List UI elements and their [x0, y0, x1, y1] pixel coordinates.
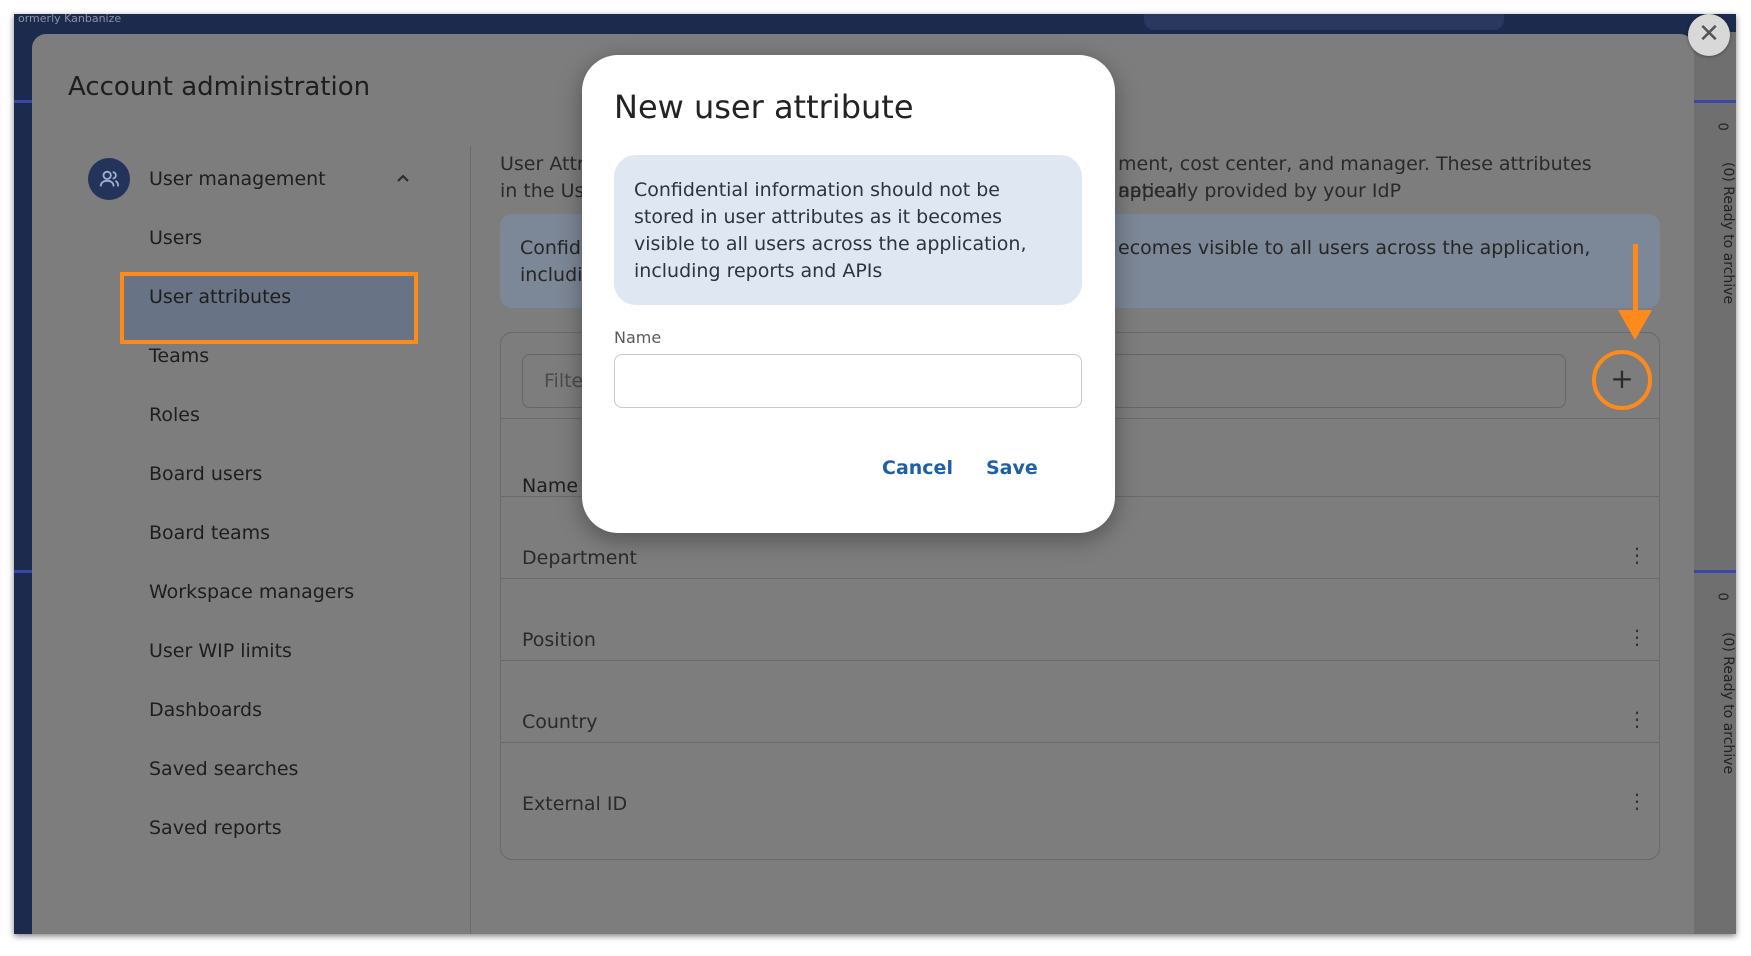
- column-count: 0: [1714, 592, 1730, 601]
- banner-text: ecomes visible to all users across the a…: [1118, 237, 1591, 259]
- chevron-up-icon[interactable]: [394, 170, 412, 188]
- sidebar-item-saved-searches[interactable]: Saved searches: [149, 758, 298, 780]
- row-divider: [501, 578, 1659, 579]
- column-label: (0) Ready to archive: [1720, 632, 1736, 775]
- row-divider: [501, 742, 1659, 743]
- sidebar-section-user-management[interactable]: User management: [149, 168, 326, 190]
- brand-text: ormerly Kanbanize: [18, 14, 122, 25]
- table-row[interactable]: Position: [522, 629, 596, 651]
- column-count: 0: [1714, 122, 1730, 131]
- sidebar-item-users[interactable]: Users: [149, 227, 202, 249]
- more-vertical-icon[interactable]: ⋮: [1627, 543, 1647, 567]
- column-label: (0) Ready to archive: [1720, 162, 1736, 305]
- lane-divider: [1694, 570, 1736, 573]
- table-row[interactable]: Country: [522, 711, 597, 733]
- sidebar-item-saved-reports[interactable]: Saved reports: [149, 817, 282, 839]
- sidebar-item-board-users[interactable]: Board users: [149, 463, 262, 485]
- description-text: natically provided by your IdP: [1118, 180, 1402, 202]
- sidebar-item-board-teams[interactable]: Board teams: [149, 522, 270, 544]
- lane-divider: [14, 100, 32, 103]
- more-vertical-icon[interactable]: ⋮: [1627, 707, 1647, 731]
- sidebar-divider: [470, 146, 471, 934]
- sidebar-item-roles[interactable]: Roles: [149, 404, 200, 426]
- user-management-icon: [88, 158, 130, 200]
- table-row[interactable]: External ID: [522, 793, 627, 815]
- info-banner-text: Confidential information should not be s…: [634, 179, 1027, 282]
- lane-divider: [1694, 100, 1736, 103]
- dialog-title: New user attribute: [614, 88, 914, 126]
- info-banner: Confidential information should not be s…: [614, 155, 1082, 305]
- page-title: Account administration: [68, 72, 371, 102]
- annotation-arrow: [1633, 244, 1638, 312]
- annotation-arrow-head: [1618, 310, 1652, 340]
- name-field-label: Name: [614, 328, 662, 347]
- cancel-button[interactable]: Cancel: [882, 457, 953, 479]
- column-header-name[interactable]: Name: [522, 475, 578, 497]
- name-field[interactable]: [614, 354, 1082, 408]
- more-vertical-icon[interactable]: ⋮: [1627, 789, 1647, 813]
- lane-divider: [14, 570, 32, 573]
- highlight-circle: [1592, 350, 1652, 410]
- sidebar-item-teams[interactable]: Teams: [149, 345, 209, 367]
- table-row[interactable]: Department: [522, 547, 637, 569]
- sidebar-item-user-wip-limits[interactable]: User WIP limits: [149, 640, 292, 662]
- highlight-box: [120, 272, 418, 344]
- close-icon[interactable]: ✕: [1688, 14, 1730, 56]
- save-button[interactable]: Save: [986, 457, 1038, 479]
- topbar-search: [1144, 14, 1504, 30]
- new-user-attribute-dialog: New user attribute Confidential informat…: [582, 55, 1115, 533]
- row-divider: [501, 660, 1659, 661]
- sidebar-item-dashboards[interactable]: Dashboards: [149, 699, 262, 721]
- more-vertical-icon[interactable]: ⋮: [1627, 625, 1647, 649]
- sidebar-item-workspace-managers[interactable]: Workspace managers: [149, 581, 354, 603]
